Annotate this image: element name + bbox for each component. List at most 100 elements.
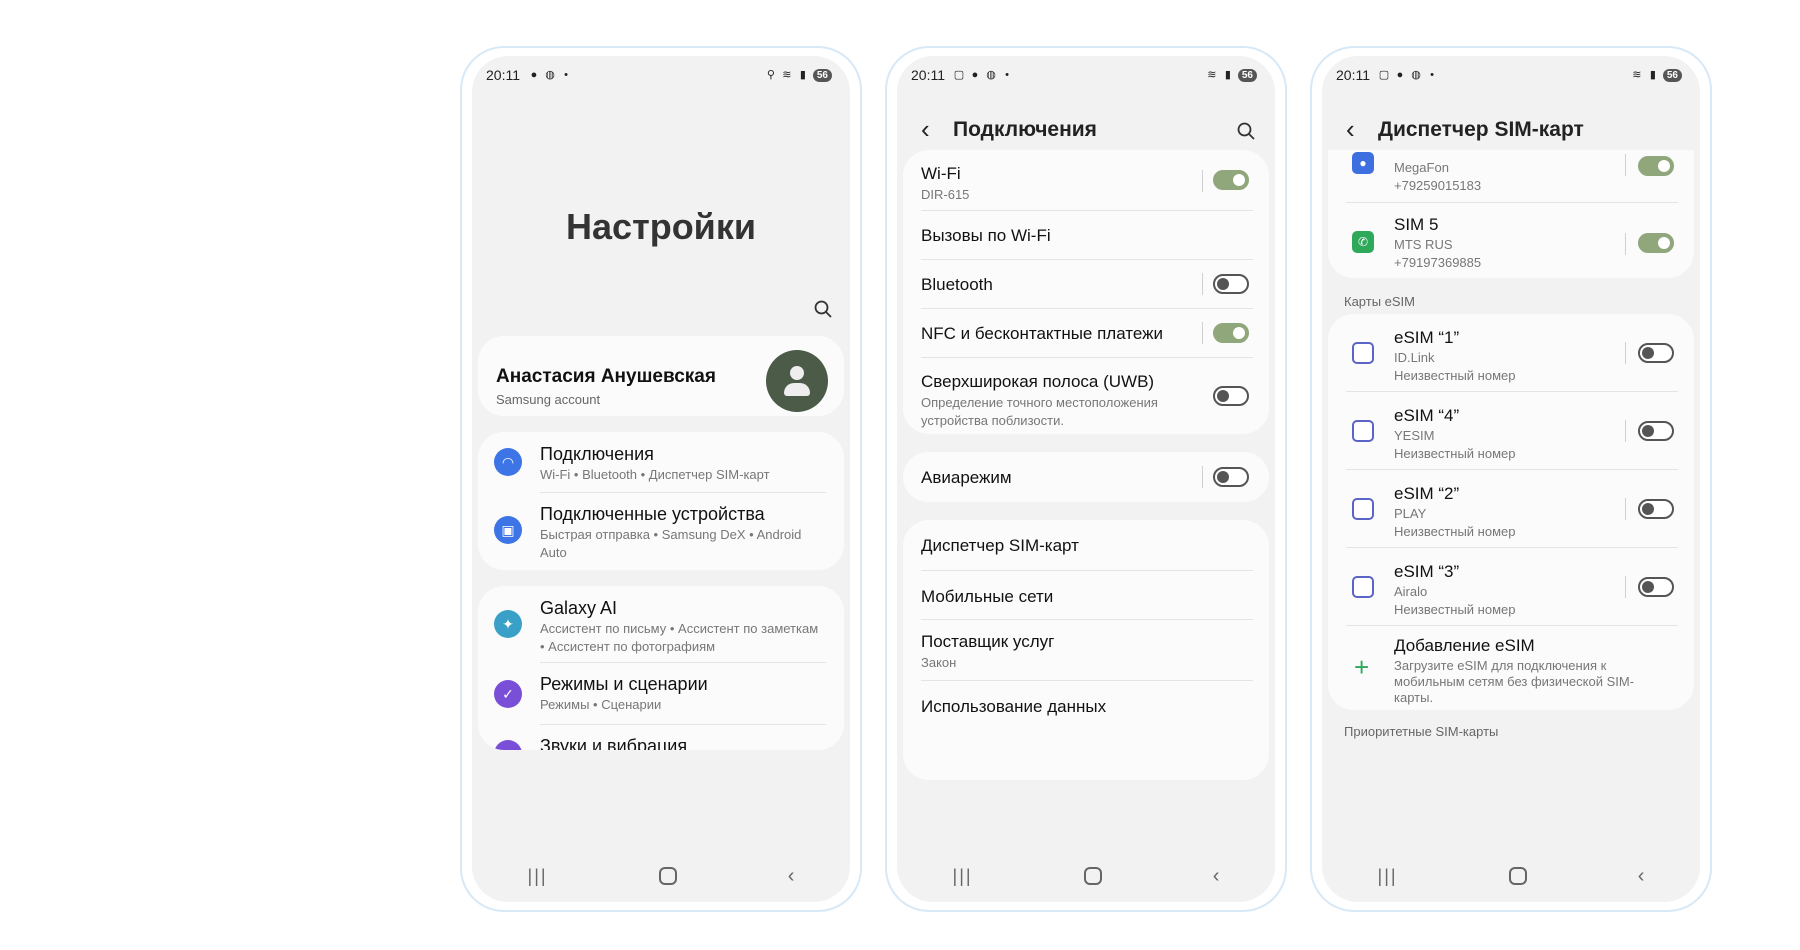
esim-toggle[interactable] — [1638, 499, 1674, 519]
back-icon[interactable]: ‹ — [1638, 865, 1645, 888]
add-esim-title: Добавление eSIM — [1394, 636, 1535, 655]
menu-item-galaxy-ai[interactable]: ✦ Galaxy AI Ассистент по письму • Ассист… — [478, 586, 844, 662]
back-button[interactable]: ‹ — [921, 114, 930, 145]
recent-apps-icon[interactable]: ||| — [1378, 866, 1398, 887]
nfc-toggle[interactable] — [1213, 323, 1249, 343]
row-sub: Определение точного местоположения устро… — [921, 395, 1158, 428]
back-icon[interactable]: ‹ — [1213, 865, 1220, 888]
esim-toggle[interactable] — [1638, 421, 1674, 441]
avatar[interactable] — [766, 350, 828, 412]
devices-icon: ▣ — [494, 516, 522, 544]
screen: 20:11 ● ◍ • ⚲ ≋ ▮ 56 Настройки Анастасия А… — [472, 56, 850, 902]
separator — [1625, 498, 1626, 520]
item-title: Режимы и сценарии — [540, 674, 708, 694]
connections-group-1: Wi-Fi DIR-615 Вызовы по Wi-Fi Bluetooth … — [903, 150, 1269, 434]
check-circle-icon: ✓ — [494, 680, 522, 708]
sim-row-sim5[interactable]: ✆ SIM 5 MTS RUS +79197369885 — [1328, 203, 1694, 278]
page-title: Подключения — [953, 118, 1097, 141]
row-bluetooth[interactable]: Bluetooth — [903, 260, 1269, 308]
row-mobile-networks[interactable]: Мобильные сети — [903, 571, 1269, 619]
bluetooth-toggle[interactable] — [1213, 274, 1249, 294]
sim-contact-icon: ● — [1352, 152, 1374, 174]
message-icon: ● — [971, 69, 979, 81]
wifi-toggle[interactable] — [1213, 170, 1249, 190]
row-sub: Закон — [921, 655, 957, 670]
separator — [1202, 322, 1203, 344]
phone-settings: 20:11 ● ◍ • ⚲ ≋ ▮ 56 Настройки Анастасия А… — [460, 46, 862, 912]
row-wifi-calling[interactable]: Вызовы по Wi-Fi — [903, 211, 1269, 259]
airplane-toggle[interactable] — [1213, 467, 1249, 487]
nav-bar: ||| ‹ — [472, 850, 850, 902]
location-icon: ⚲ — [766, 69, 775, 81]
message-icon: ● — [1396, 69, 1404, 81]
esim-group: ● eSIM “1” ID.Link Неизвестный номер ▮ e… — [1328, 314, 1694, 710]
sim-number: +79259015183 — [1394, 178, 1482, 193]
row-service-provider[interactable]: Поставщик услуг Закон — [903, 620, 1269, 680]
esim-row-1[interactable]: ● eSIM “1” ID.Link Неизвестный номер — [1328, 314, 1694, 390]
wifi-signal-icon: ≋ — [782, 69, 792, 81]
row-title: Мобильные сети — [921, 587, 1054, 606]
row-title: Авиарежим — [921, 468, 1012, 487]
esim-title: eSIM “4” — [1394, 406, 1460, 425]
divider — [540, 724, 826, 725]
page-title: Настройки — [566, 206, 756, 247]
ai-card: ✦ Galaxy AI Ассистент по письму • Ассист… — [478, 586, 844, 750]
esim-row-3[interactable]: ✈ eSIM “3” Airalo Неизвестный номер — [1328, 548, 1694, 624]
screen: 20:11 ▢ ● ◍ • ≋ ▮ 56 ‹ Подключения Wi-Fi DI… — [897, 56, 1275, 902]
search-icon[interactable] — [814, 300, 832, 323]
menu-item-connections[interactable]: ◠ Подключения Wi-Fi • Bluetooth • Диспет… — [478, 432, 844, 492]
cell-signal-icon: ▮ — [799, 69, 806, 81]
esim-row-4[interactable]: ▮ eSIM “4” YESIM Неизвестный номер — [1328, 392, 1694, 468]
recent-apps-icon[interactable]: ||| — [953, 866, 973, 887]
row-title: Сверхширокая полоса (UWB) — [921, 372, 1155, 391]
sound-icon: ♪ — [494, 740, 522, 750]
battery-badge: 56 — [812, 68, 832, 82]
home-icon[interactable] — [1508, 867, 1527, 885]
esim-number: Неизвестный номер — [1394, 368, 1516, 383]
item-sub: Wi-Fi • Bluetooth • Диспетчер SIM-карт — [540, 467, 770, 482]
menu-item-sounds[interactable]: ♪ Звуки и вибрация — [478, 726, 844, 750]
row-title: Поставщик услуг — [921, 632, 1055, 651]
row-nfc[interactable]: NFC и бесконтактные платежи — [903, 309, 1269, 357]
plus-icon: + — [1354, 652, 1370, 682]
sim-carrier: MegaFon — [1394, 160, 1449, 175]
row-uwb[interactable]: Сверхширокая полоса (UWB) Определение то… — [903, 358, 1269, 434]
profile-card[interactable]: Анастасия Анушевская Samsung account — [478, 336, 844, 416]
row-wifi[interactable]: Wi-Fi DIR-615 — [903, 150, 1269, 210]
screenshot-icon: ▢ — [953, 69, 965, 81]
row-sim-manager[interactable]: Диспетчер SIM-карт — [903, 520, 1269, 570]
esim-toggle[interactable] — [1638, 343, 1674, 363]
sim-title: SIM 5 — [1394, 215, 1439, 234]
screen: 20:11 ▢ ● ◍ • ≋ ▮ 56 ‹ Диспетчер SIM-карт ●… — [1322, 56, 1700, 902]
sim-row-megafon[interactable]: ● MegaFon +79259015183 — [1328, 150, 1694, 198]
home-icon[interactable] — [1083, 867, 1102, 885]
esim-bag-icon: ■ — [1352, 498, 1374, 520]
uwb-toggle[interactable] — [1213, 386, 1249, 406]
separator — [1202, 170, 1203, 192]
back-button[interactable]: ‹ — [1346, 114, 1355, 145]
esim-toggle[interactable] — [1638, 577, 1674, 597]
row-data-usage[interactable]: Использование данных — [903, 681, 1269, 729]
message-icon: ● — [530, 69, 538, 81]
search-icon[interactable] — [1237, 122, 1255, 145]
add-esim-row[interactable]: + Добавление eSIM Загрузите eSIM для под… — [1328, 626, 1694, 710]
esim-number: Неизвестный номер — [1394, 446, 1516, 461]
back-icon[interactable]: ‹ — [788, 865, 795, 888]
sim-toggle[interactable] — [1638, 156, 1674, 176]
row-sub: DIR-615 — [921, 187, 970, 202]
esim-title: eSIM “1” — [1394, 328, 1460, 347]
sim-toggle[interactable] — [1638, 233, 1674, 253]
recent-apps-icon[interactable]: ||| — [528, 866, 548, 887]
nav-bar: ||| ‹ — [897, 850, 1275, 902]
wifi-icon: ◠ — [494, 448, 522, 476]
home-icon[interactable] — [658, 867, 677, 885]
esim-sim-icon: ▮ — [1352, 420, 1374, 442]
esim-row-2[interactable]: ■ eSIM “2” PLAY Неизвестный номер — [1328, 470, 1694, 546]
row-airplane[interactable]: Авиарежим — [903, 452, 1269, 502]
cell-signal-icon: ▮ — [1649, 69, 1656, 81]
separator — [1625, 342, 1626, 364]
menu-item-connected-devices[interactable]: ▣ Подключенные устройства Быстрая отправ… — [478, 494, 844, 570]
app-icon: ◍ — [545, 69, 555, 81]
menu-item-modes[interactable]: ✓ Режимы и сценарии Режимы • Сценарии — [478, 664, 844, 724]
section-label-priority: Приоритетные SIM-карты — [1344, 724, 1499, 739]
